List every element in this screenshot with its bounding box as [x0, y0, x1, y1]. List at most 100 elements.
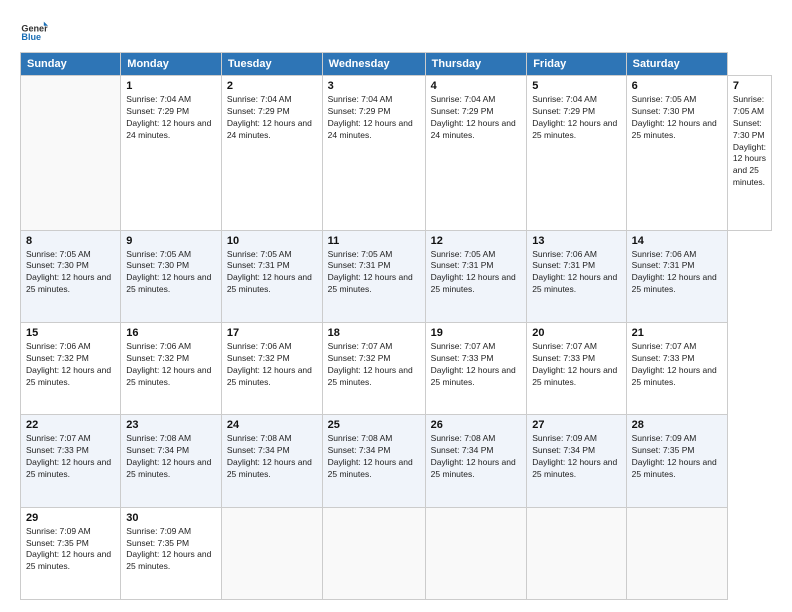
day-number: 15 [26, 327, 115, 339]
calendar-cell: 1 Sunrise: 7:04 AMSunset: 7:29 PMDaylight… [121, 76, 222, 231]
day-info: Sunrise: 7:04 AMSunset: 7:29 PMDaylight:… [227, 94, 317, 142]
calendar-cell: 10Sunrise: 7:05 AMSunset: 7:31 PMDayligh… [221, 230, 322, 322]
day-number: 14 [632, 235, 722, 247]
day-info: Sunrise: 7:09 AMSunset: 7:34 PMDaylight:… [532, 433, 620, 481]
calendar-cell: 30 Sunrise: 7:09 AMSunset: 7:35 PMDayligh… [121, 507, 222, 599]
day-info: Sunrise: 7:09 AMSunset: 7:35 PMDaylight:… [26, 526, 115, 574]
day-info: Sunrise: 7:07 AMSunset: 7:33 PMDaylight:… [632, 341, 722, 389]
calendar-cell: 19 Sunrise: 7:07 AMSunset: 7:33 PMDayligh… [425, 322, 527, 414]
calendar-cell: 29 Sunrise: 7:09 AMSunset: 7:35 PMDayligh… [21, 507, 121, 599]
col-header-wednesday: Wednesday [322, 53, 425, 76]
day-number: 21 [632, 327, 722, 339]
day-number: 7 [733, 80, 766, 92]
calendar-cell: 21 Sunrise: 7:07 AMSunset: 7:33 PMDayligh… [626, 322, 727, 414]
day-number: 25 [328, 419, 420, 431]
calendar-cell: 4 Sunrise: 7:04 AMSunset: 7:29 PMDaylight… [425, 76, 527, 231]
day-number: 9 [126, 235, 216, 247]
logo-icon: General Blue [20, 16, 48, 44]
day-number: 20 [532, 327, 620, 339]
calendar-cell: 12 Sunrise: 7:05 AMSunset: 7:31 PMDayligh… [425, 230, 527, 322]
day-info: Sunrise: 7:08 AMSunset: 7:34 PMDaylight:… [227, 433, 317, 481]
day-info: Sunrise: 7:06 AMSunset: 7:31 PMDaylight:… [532, 249, 620, 297]
day-info: Sunrise: 7:06 AMSunset: 7:32 PMDaylight:… [26, 341, 115, 389]
calendar-table: SundayMondayTuesdayWednesdayThursdayFrid… [20, 52, 772, 600]
day-info: Sunrise: 7:07 AMSunset: 7:33 PMDaylight:… [431, 341, 522, 389]
calendar-cell [527, 507, 626, 599]
calendar-cell [626, 507, 727, 599]
day-info: Sunrise: 7:04 AMSunset: 7:29 PMDaylight:… [328, 94, 420, 142]
day-number: 26 [431, 419, 522, 431]
calendar-cell: 3 Sunrise: 7:04 AMSunset: 7:29 PMDaylight… [322, 76, 425, 231]
day-info: Sunrise: 7:06 AMSunset: 7:32 PMDaylight:… [227, 341, 317, 389]
calendar-cell: 6Sunrise: 7:05 AMSunset: 7:30 PMDaylight… [626, 76, 727, 231]
day-number: 3 [328, 80, 420, 92]
day-number: 4 [431, 80, 522, 92]
calendar-cell: 26 Sunrise: 7:08 AMSunset: 7:34 PMDayligh… [425, 415, 527, 507]
day-info: Sunrise: 7:04 AMSunset: 7:29 PMDaylight:… [431, 94, 522, 142]
day-info: Sunrise: 7:06 AMSunset: 7:32 PMDaylight:… [126, 341, 216, 389]
day-info: Sunrise: 7:04 AMSunset: 7:29 PMDaylight:… [126, 94, 216, 142]
day-number: 2 [227, 80, 317, 92]
day-info: Sunrise: 7:08 AMSunset: 7:34 PMDaylight:… [126, 433, 216, 481]
calendar-cell: 5Sunrise: 7:04 AMSunset: 7:29 PMDaylight… [527, 76, 626, 231]
day-info: Sunrise: 7:05 AMSunset: 7:31 PMDaylight:… [431, 249, 522, 297]
calendar-cell [221, 507, 322, 599]
calendar-cell: 22 Sunrise: 7:07 AMSunset: 7:33 PMDayligh… [21, 415, 121, 507]
day-number: 22 [26, 419, 115, 431]
day-info: Sunrise: 7:09 AMSunset: 7:35 PMDaylight:… [632, 433, 722, 481]
calendar-cell: 28Sunrise: 7:09 AMSunset: 7:35 PMDayligh… [626, 415, 727, 507]
day-info: Sunrise: 7:09 AMSunset: 7:35 PMDaylight:… [126, 526, 216, 574]
empty-cell [21, 76, 121, 231]
calendar-cell: 13 Sunrise: 7:06 AMSunset: 7:31 PMDayligh… [527, 230, 626, 322]
day-info: Sunrise: 7:07 AMSunset: 7:32 PMDaylight:… [328, 341, 420, 389]
day-info: Sunrise: 7:08 AMSunset: 7:34 PMDaylight:… [431, 433, 522, 481]
day-info: Sunrise: 7:05 AMSunset: 7:30 PMDaylight:… [126, 249, 216, 297]
day-number: 6 [632, 80, 722, 92]
day-info: Sunrise: 7:05 AMSunset: 7:31 PMDaylight:… [328, 249, 420, 297]
day-number: 10 [227, 235, 317, 247]
day-info: Sunrise: 7:06 AMSunset: 7:31 PMDaylight:… [632, 249, 722, 297]
day-number: 19 [431, 327, 522, 339]
calendar-cell: 27 Sunrise: 7:09 AMSunset: 7:34 PMDayligh… [527, 415, 626, 507]
col-header-tuesday: Tuesday [221, 53, 322, 76]
calendar-week-5: 29 Sunrise: 7:09 AMSunset: 7:35 PMDayligh… [21, 507, 772, 599]
day-number: 11 [328, 235, 420, 247]
calendar-week-2: 8 Sunrise: 7:05 AMSunset: 7:30 PMDaylight… [21, 230, 772, 322]
col-header-thursday: Thursday [425, 53, 527, 76]
page: General Blue SundayMondayTuesdayWednesda… [0, 0, 792, 612]
day-info: Sunrise: 7:05 AMSunset: 7:30 PMDaylight:… [26, 249, 115, 297]
calendar-week-4: 22 Sunrise: 7:07 AMSunset: 7:33 PMDayligh… [21, 415, 772, 507]
day-number: 8 [26, 235, 115, 247]
calendar-cell: 25 Sunrise: 7:08 AMSunset: 7:34 PMDayligh… [322, 415, 425, 507]
calendar-cell: 18 Sunrise: 7:07 AMSunset: 7:32 PMDayligh… [322, 322, 425, 414]
day-number: 23 [126, 419, 216, 431]
calendar-week-1: 1 Sunrise: 7:04 AMSunset: 7:29 PMDaylight… [21, 76, 772, 231]
day-number: 29 [26, 512, 115, 524]
svg-text:Blue: Blue [21, 32, 41, 42]
day-info: Sunrise: 7:07 AMSunset: 7:33 PMDaylight:… [532, 341, 620, 389]
calendar-cell: 2 Sunrise: 7:04 AMSunset: 7:29 PMDaylight… [221, 76, 322, 231]
day-number: 5 [532, 80, 620, 92]
calendar-week-3: 15 Sunrise: 7:06 AMSunset: 7:32 PMDayligh… [21, 322, 772, 414]
day-number: 12 [431, 235, 522, 247]
calendar-cell: 11 Sunrise: 7:05 AMSunset: 7:31 PMDayligh… [322, 230, 425, 322]
col-header-monday: Monday [121, 53, 222, 76]
day-number: 18 [328, 327, 420, 339]
day-info: Sunrise: 7:08 AMSunset: 7:34 PMDaylight:… [328, 433, 420, 481]
day-number: 27 [532, 419, 620, 431]
calendar-cell: 16Sunrise: 7:06 AMSunset: 7:32 PMDayligh… [121, 322, 222, 414]
day-number: 30 [126, 512, 216, 524]
calendar-cell: 9 Sunrise: 7:05 AMSunset: 7:30 PMDaylight… [121, 230, 222, 322]
header: General Blue [20, 16, 772, 44]
calendar-cell: 15 Sunrise: 7:06 AMSunset: 7:32 PMDayligh… [21, 322, 121, 414]
calendar-cell: 20 Sunrise: 7:07 AMSunset: 7:33 PMDayligh… [527, 322, 626, 414]
calendar-cell: 14 Sunrise: 7:06 AMSunset: 7:31 PMDayligh… [626, 230, 727, 322]
calendar-cell: 8 Sunrise: 7:05 AMSunset: 7:30 PMDaylight… [21, 230, 121, 322]
day-number: 1 [126, 80, 216, 92]
day-number: 17 [227, 327, 317, 339]
day-info: Sunrise: 7:07 AMSunset: 7:33 PMDaylight:… [26, 433, 115, 481]
day-number: 13 [532, 235, 620, 247]
calendar-cell [425, 507, 527, 599]
calendar-cell: 23 Sunrise: 7:08 AMSunset: 7:34 PMDayligh… [121, 415, 222, 507]
calendar-cell [322, 507, 425, 599]
